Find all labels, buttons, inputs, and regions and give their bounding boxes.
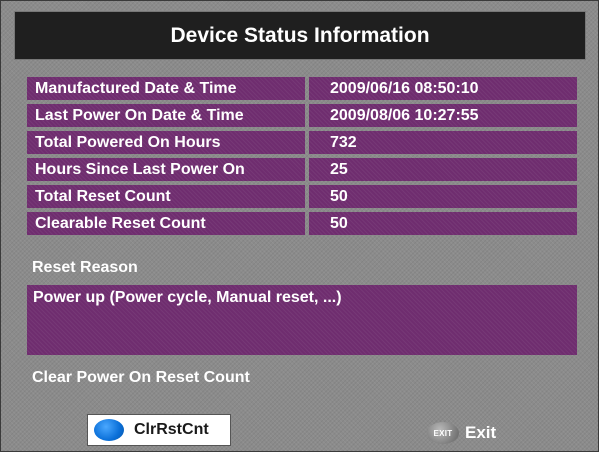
clear-power-on-reset-count-label: Clear Power On Reset Count [32, 369, 250, 386]
status-label: Last Power On Date & Time [27, 104, 305, 127]
status-value: 50 [309, 185, 577, 208]
status-label: Total Powered On Hours [27, 131, 305, 154]
blue-circle-icon [94, 419, 124, 441]
status-row-total-reset-count: Total Reset Count 50 [27, 185, 577, 208]
status-value: 732 [309, 131, 577, 154]
status-value: 25 [309, 158, 577, 181]
dialog-title: Device Status Information [14, 11, 586, 60]
status-row-clearable-reset-count: Clearable Reset Count 50 [27, 212, 577, 235]
status-row-manufactured: Manufactured Date & Time 2009/06/16 08:5… [27, 77, 577, 100]
status-row-hours-since-power-on: Hours Since Last Power On 25 [27, 158, 577, 181]
status-row-last-power-on: Last Power On Date & Time 2009/08/06 10:… [27, 104, 577, 127]
exit-icon: EXIT [427, 422, 459, 444]
exit-button-label: Exit [465, 423, 497, 442]
reset-reason-box: Power up (Power cycle, Manual reset, ...… [27, 285, 577, 355]
status-label: Clearable Reset Count [27, 212, 305, 235]
clear-reset-count-button[interactable]: ClrRstCnt [87, 414, 231, 446]
status-value: 2009/08/06 10:27:55 [309, 104, 577, 127]
status-value: 50 [309, 212, 577, 235]
clear-reset-count-button-label: ClrRstCnt [134, 421, 209, 438]
status-label: Total Reset Count [27, 185, 305, 208]
status-label: Hours Since Last Power On [27, 158, 305, 181]
reset-reason-value: Power up (Power cycle, Manual reset, ...… [33, 289, 342, 306]
exit-button[interactable]: EXIT Exit [427, 422, 496, 444]
status-value: 2009/06/16 08:50:10 [309, 77, 577, 100]
status-label: Manufactured Date & Time [27, 77, 305, 100]
status-table: Manufactured Date & Time 2009/06/16 08:5… [27, 77, 577, 239]
status-row-total-hours: Total Powered On Hours 732 [27, 131, 577, 154]
device-status-dialog: Device Status Information Manufactured D… [0, 0, 599, 452]
reset-reason-label: Reset Reason [32, 259, 138, 276]
